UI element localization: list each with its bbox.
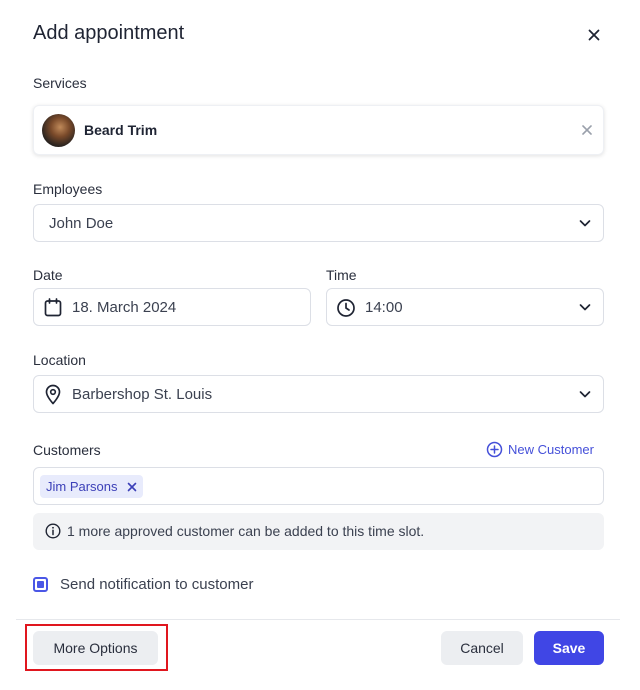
time-label: Time <box>326 267 357 283</box>
remove-customer-icon[interactable] <box>127 482 137 492</box>
notification-label: Send notification to customer <box>60 576 254 593</box>
employees-label: Employees <box>33 181 103 197</box>
time-value: 14:00 <box>365 299 403 316</box>
date-value: 18. March 2024 <box>72 299 177 316</box>
info-icon <box>45 523 61 539</box>
close-icon[interactable] <box>584 25 604 45</box>
services-label: Services <box>33 75 87 91</box>
map-pin-icon <box>45 384 61 405</box>
cancel-button[interactable]: Cancel <box>441 631 523 665</box>
employees-select[interactable]: John Doe <box>33 204 604 242</box>
new-customer-link[interactable]: New Customer <box>486 441 594 458</box>
info-text: 1 more approved customer can be added to… <box>67 523 425 539</box>
chevron-down-icon <box>579 304 591 311</box>
chevron-down-icon <box>579 391 591 398</box>
date-picker[interactable]: 18. March 2024 <box>33 288 311 326</box>
clock-icon <box>337 299 355 317</box>
save-button[interactable]: Save <box>534 631 604 665</box>
customer-info-banner: 1 more approved customer can be added to… <box>33 513 604 550</box>
location-label: Location <box>33 352 86 368</box>
highlight-box <box>25 624 168 671</box>
customers-label: Customers <box>33 442 101 458</box>
plus-circle-icon <box>486 441 503 458</box>
date-label: Date <box>33 267 63 283</box>
chevron-down-icon <box>579 220 591 227</box>
service-card[interactable]: Beard Trim <box>33 105 604 155</box>
time-select[interactable]: 14:00 <box>326 288 604 326</box>
location-select[interactable]: Barbershop St. Louis <box>33 375 604 413</box>
notification-checkbox[interactable] <box>33 577 48 592</box>
new-customer-label: New Customer <box>508 442 594 457</box>
service-name: Beard Trim <box>84 122 158 138</box>
service-avatar <box>42 114 75 147</box>
customers-input[interactable]: Jim Parsons <box>33 467 604 505</box>
footer-divider <box>16 619 620 620</box>
location-value: Barbershop St. Louis <box>72 386 213 403</box>
dialog-title: Add appointment <box>33 22 185 44</box>
customer-tag: Jim Parsons <box>40 475 143 498</box>
calendar-icon <box>44 298 62 317</box>
remove-service-icon[interactable] <box>581 123 593 135</box>
employees-value: John Doe <box>49 215 114 232</box>
customer-tag-label: Jim Parsons <box>46 479 118 494</box>
